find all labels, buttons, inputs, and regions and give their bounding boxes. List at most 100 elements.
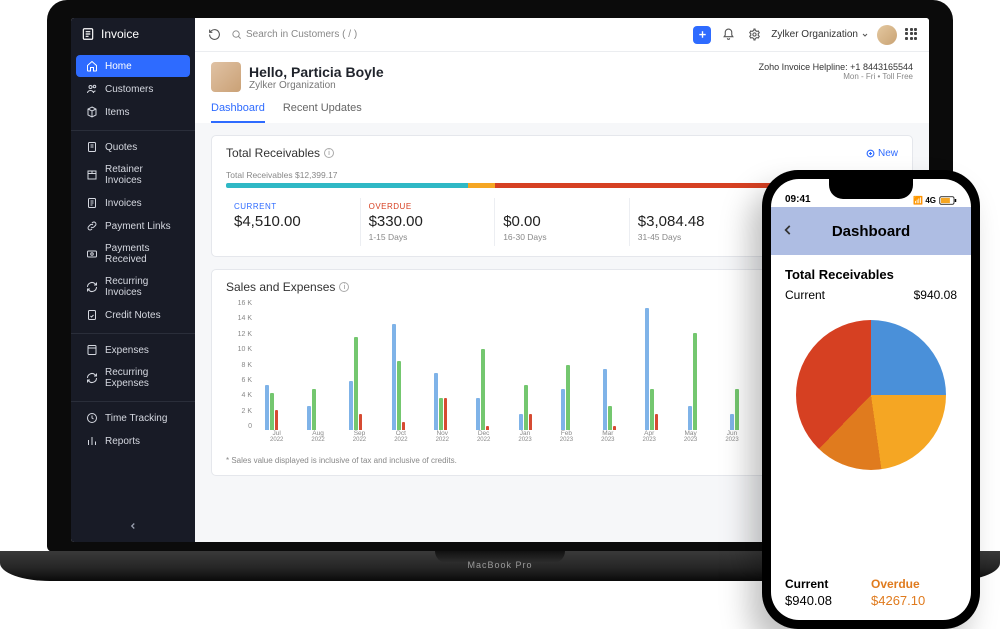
sidebar-collapse[interactable] [71, 513, 195, 542]
sidebar-item-label: Retainer Invoices [105, 164, 180, 186]
phone-current-value: $940.08 [914, 288, 957, 302]
chart-bar-receipts [354, 337, 358, 430]
chart-bar-sales [688, 406, 692, 430]
gear-icon [748, 28, 761, 41]
info-icon[interactable]: i [339, 282, 349, 292]
avatar[interactable] [877, 25, 897, 45]
chart-month-col [467, 300, 497, 430]
phone-device: 09:41 📶 4G Dashboard Total Receivables C… [762, 170, 980, 629]
receivables-stat: OVERDUE$330.001-15 Days [361, 198, 496, 246]
sidebar-item-credit-notes[interactable]: Credit Notes [76, 304, 190, 326]
chart-bar-receipts [608, 406, 612, 430]
chart-month-col [256, 300, 286, 430]
recexp-icon [86, 372, 98, 384]
sidebar-item-time-tracking[interactable]: Time Tracking [76, 407, 190, 429]
sidebar-item-reports[interactable]: Reports [76, 430, 190, 452]
sidebar-item-customers[interactable]: Customers [76, 78, 190, 100]
sidebar-item-label: Recurring Expenses [105, 367, 180, 389]
chart-bar-receipts [481, 349, 485, 430]
chart-bar-sales [603, 369, 607, 430]
chart-bar-sales [561, 389, 565, 430]
user-avatar [211, 62, 241, 92]
phone-signal: 📶 4G [913, 196, 936, 205]
chart-bar-receipts [693, 333, 697, 431]
info-icon[interactable]: i [324, 148, 334, 158]
chart-month-col [594, 300, 624, 430]
chart-month-col [298, 300, 328, 430]
chevron-left-icon [128, 521, 138, 531]
helpline-sub: Mon - Fri • Toll Free [759, 72, 913, 81]
sidebar-item-label: Invoices [105, 198, 142, 209]
tab-recent-updates[interactable]: Recent Updates [283, 102, 362, 123]
phone-pie-chart [796, 320, 946, 470]
phone-bottom-overdue: Overdue $4267.10 [871, 577, 957, 608]
phone-bottom-current: Current $940.08 [785, 577, 871, 608]
plus-circle-icon [866, 149, 875, 158]
greeting: Hello, Particia Boyle Zylker Organizatio… [211, 62, 384, 92]
home-icon [86, 60, 98, 72]
phone-section-title: Total Receivables [785, 267, 957, 282]
sidebar-item-invoices[interactable]: Invoices [76, 192, 190, 214]
expenses-icon [86, 344, 98, 356]
receivables-stat: $0.0016-30 Days [495, 198, 630, 246]
time-icon [86, 412, 98, 424]
sidebar-item-recurring-invoices[interactable]: Recurring Invoices [76, 271, 190, 303]
chevron-left-icon [781, 223, 795, 237]
sidebar-item-label: Reports [105, 436, 140, 447]
recurring-icon [86, 281, 98, 293]
invoice-logo-icon [81, 27, 95, 41]
receivables-title: Total Receivables [226, 146, 320, 160]
chart-bar-expenses [275, 410, 278, 430]
invoices-icon [86, 197, 98, 209]
sidebar-item-quotes[interactable]: Quotes [76, 136, 190, 158]
settings-button[interactable] [745, 26, 763, 44]
phone-nav: Dashboard [771, 207, 971, 255]
chart-bar-receipts [566, 365, 570, 430]
sidebar-item-payments-received[interactable]: Payments Received [76, 238, 190, 270]
sales-expenses-title: Sales and Expenses [226, 280, 335, 294]
chart-bar-sales [645, 308, 649, 430]
new-receivable-link[interactable]: New [866, 148, 898, 159]
search-input[interactable]: Search in Customers ( / ) [231, 29, 357, 40]
chart-bar-receipts [312, 389, 316, 430]
sidebar-item-expenses[interactable]: Expenses [76, 339, 190, 361]
phone-notch [829, 179, 913, 199]
notifications-button[interactable] [719, 26, 737, 44]
search-placeholder: Search in Customers ( / ) [246, 29, 357, 40]
greeting-sub: Zylker Organization [249, 80, 384, 91]
chart-month-col [341, 300, 371, 430]
sidebar-item-home[interactable]: Home [76, 55, 190, 77]
brand-label: Invoice [101, 27, 139, 41]
chart-month-col [383, 300, 413, 430]
apps-button[interactable] [905, 28, 919, 42]
sidebar-item-retainer-invoices[interactable]: Retainer Invoices [76, 159, 190, 191]
chart-bar-expenses [529, 414, 532, 430]
chart-bar-expenses [444, 398, 447, 431]
chart-bar-sales [476, 398, 480, 431]
sales-expenses-chart: 16 K14 K12 K10 K8 K6 K4 K2 K0 Jul2022Aug… [226, 300, 794, 450]
greeting-text: Hello, Particia Boyle [249, 64, 384, 80]
plus-icon [697, 29, 708, 40]
laptop-label: MacBook Pro [467, 560, 532, 570]
chart-bar-receipts [270, 393, 274, 430]
chart-bar-receipts [524, 385, 528, 430]
topbar: Search in Customers ( / ) Zylker Organiz… [195, 18, 929, 52]
sidebar-item-items[interactable]: Items [76, 101, 190, 123]
sidebar-item-label: Credit Notes [105, 310, 161, 321]
chart-bar-sales [730, 414, 734, 430]
history-button[interactable] [205, 26, 223, 44]
sidebar-item-payment-links[interactable]: Payment Links [76, 215, 190, 237]
chart-bar-sales [265, 385, 269, 430]
sidebar-item-recurring-expenses[interactable]: Recurring Expenses [76, 362, 190, 394]
battery-icon [939, 196, 957, 205]
receivables-stat: CURRENT$4,510.00 [226, 198, 361, 246]
brand[interactable]: Invoice [71, 18, 195, 50]
chart-month-col [552, 300, 582, 430]
bell-icon [722, 28, 735, 41]
quick-add-button[interactable] [693, 26, 711, 44]
phone-time: 09:41 [785, 194, 811, 205]
org-selector[interactable]: Zylker Organization [771, 29, 869, 40]
tab-dashboard[interactable]: Dashboard [211, 102, 265, 123]
phone-screen: 09:41 📶 4G Dashboard Total Receivables C… [771, 179, 971, 620]
back-button[interactable] [781, 221, 795, 242]
